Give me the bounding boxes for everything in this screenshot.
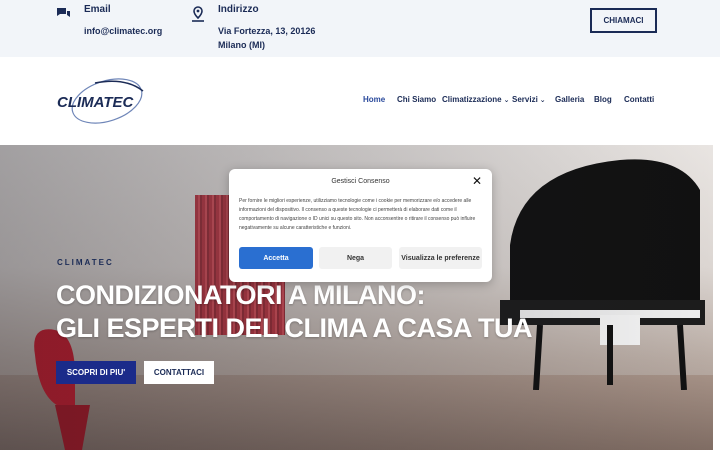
- nav-home[interactable]: Home: [363, 95, 385, 104]
- hero-title: CONDIZIONATORI A MILANO: GLI ESPERTI DEL…: [56, 279, 533, 345]
- hero-title-line-2: GLI ESPERTI DEL CLIMA A CASA TUA: [56, 313, 533, 343]
- email-value[interactable]: info@climatec.org: [84, 24, 162, 38]
- consent-text: Per fornire le migliori esperienze, util…: [239, 198, 476, 231]
- nav-climatizzazione-label: Climatizzazione: [442, 95, 502, 104]
- site-header: CLIMATEC Home Chi Siamo Climatizzazione ⌄…: [0, 57, 720, 145]
- top-info-bar: Email info@climatec.org Indirizzo Via Fo…: [0, 0, 720, 57]
- close-icon[interactable]: ✕: [472, 175, 482, 187]
- nav-contatti[interactable]: Contatti: [624, 95, 654, 104]
- address-line-1: Via Fortezza, 13, 20126: [218, 26, 316, 36]
- email-label: Email: [84, 4, 111, 15]
- main-nav: Home Chi Siamo Climatizzazione ⌄ Servizi ⌄…: [0, 95, 720, 109]
- consent-title: Gestisci Consenso: [331, 178, 390, 185]
- chevron-down-icon: ⌄: [503, 97, 510, 104]
- view-preferences-button[interactable]: Visualizza le preferenze: [399, 247, 482, 269]
- accept-button[interactable]: Accetta: [239, 247, 313, 269]
- nav-climatizzazione[interactable]: Climatizzazione ⌄: [442, 95, 509, 104]
- cookie-consent-modal: Gestisci Consenso ✕ Per fornire le migli…: [229, 169, 492, 282]
- discover-more-button[interactable]: SCOPRI DI PIU': [56, 361, 136, 384]
- address-line-2: Milano (MI): [218, 40, 265, 50]
- nav-servizi-label: Servizi: [512, 95, 538, 104]
- address-value: Via Fortezza, 13, 20126 Milano (MI): [218, 24, 315, 52]
- address-label: Indirizzo: [218, 4, 259, 15]
- chat-icon: [57, 8, 70, 17]
- nav-servizi[interactable]: Servizi ⌄: [512, 95, 546, 104]
- hero-title-line-1: CONDIZIONATORI A MILANO:: [56, 280, 425, 310]
- nav-chi-siamo[interactable]: Chi Siamo: [397, 95, 436, 104]
- deny-button[interactable]: Nega: [319, 247, 392, 269]
- nav-blog[interactable]: Blog: [594, 95, 612, 104]
- nav-galleria[interactable]: Galleria: [555, 95, 584, 104]
- chevron-down-icon: ⌄: [539, 97, 546, 104]
- call-button[interactable]: CHIAMACI: [590, 8, 657, 33]
- map-pin-icon: [192, 6, 204, 22]
- hero-kicker: CLIMATEC: [57, 258, 114, 267]
- contact-us-button[interactable]: CONTATTACI: [144, 361, 214, 384]
